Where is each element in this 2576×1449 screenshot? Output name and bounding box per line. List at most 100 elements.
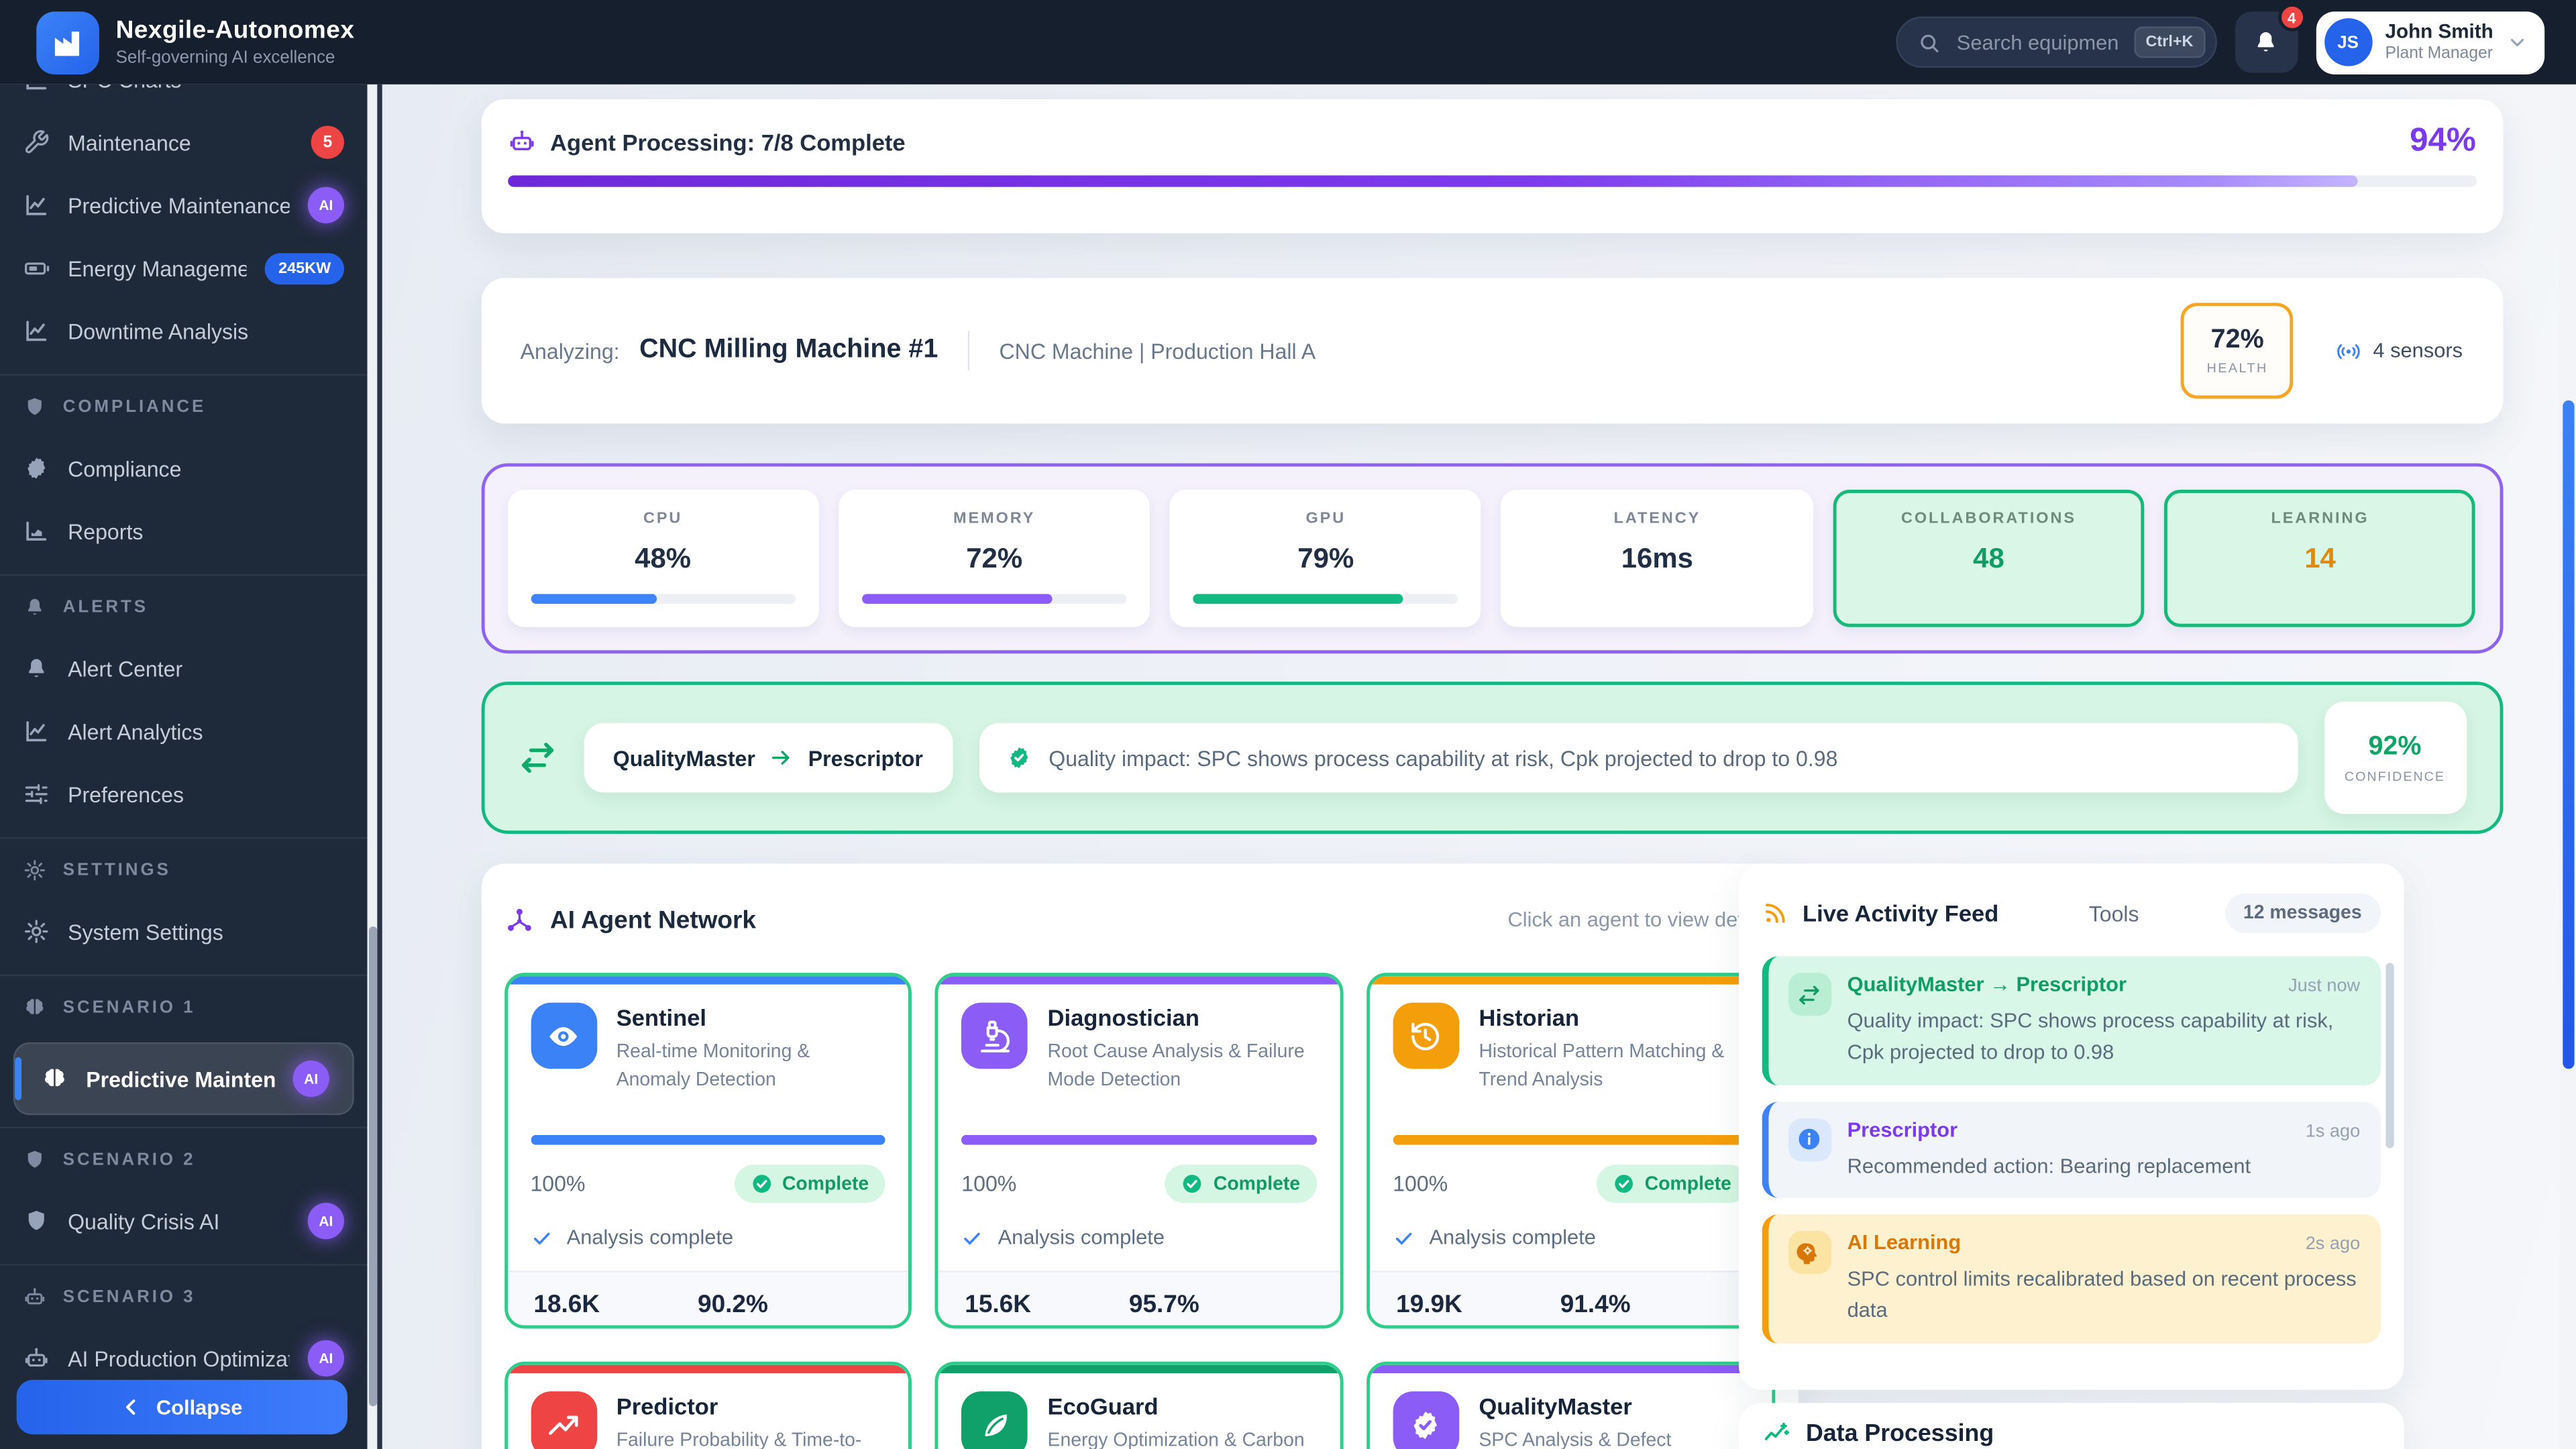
metric-label: MEMORY (862, 510, 1127, 528)
agent-name: Historian (1479, 1004, 1748, 1030)
search-box[interactable]: Ctrl+K (1896, 17, 2216, 68)
window-scrollbar-thumb[interactable] (2563, 400, 2574, 1069)
section-label: SCENARIO 3 (63, 1287, 196, 1307)
health-value: 72% (2211, 326, 2264, 356)
agent-accent-bar (938, 1365, 1340, 1373)
notification-count-badge: 4 (2277, 3, 2306, 32)
search-input[interactable] (1953, 29, 2121, 55)
metric-collaborations: COLLABORATIONS 48 (1833, 490, 2144, 627)
feed-item-time: 1s ago (2292, 1121, 2360, 1141)
sidebar-section-scenario-1: SCENARIO 1 (0, 975, 368, 1038)
feed-item-body: SPC control limits recalibrated based on… (1847, 1265, 2361, 1326)
sidebar-item-spc-charts[interactable]: SPC Charts (0, 85, 368, 111)
sidebar-item-label: Energy Management (68, 256, 247, 280)
processing-progress-bar (507, 175, 2476, 186)
feed-item[interactable]: QualityMaster → Prescriptor Just now Qua… (1761, 957, 2379, 1085)
shield-icon (23, 1208, 50, 1234)
sidebar-item-alert-center[interactable]: Alert Center (0, 637, 368, 700)
agent-name: QualityMaster (1479, 1393, 1748, 1419)
sidebar-item-label: SPC Charts (68, 85, 344, 92)
sidebar-item-label: Predictive Maintenance (86, 1067, 274, 1091)
collaboration-banner: QualityMaster Prescriptor Quality impact… (480, 682, 2502, 834)
machine-meta: CNC Machine | Production Hall A (1000, 338, 1316, 363)
feed-scrollbar-thumb[interactable] (2385, 963, 2393, 1148)
sidebar-section-compliance: COMPLIANCE (0, 374, 368, 437)
metric-latency: LATENCY 16ms (1501, 490, 1813, 627)
sidebar-item-label: Alert Analytics (68, 719, 344, 744)
arrow-right-icon (770, 746, 794, 769)
feed-item[interactable]: AI Learning 2s ago SPC control limits re… (1761, 1215, 2379, 1343)
sidebar-item-compliance[interactable]: Compliance (0, 437, 368, 500)
metric-value: 14 (2191, 543, 2450, 576)
seal-icon (23, 455, 50, 481)
tools-label[interactable]: Tools (2089, 901, 2139, 926)
confidence-stat: 95.7%CONFIDENCE (1129, 1291, 1244, 1329)
sidebar-scrollbar-thumb[interactable] (368, 926, 376, 1406)
chevron-left-icon (121, 1397, 143, 1418)
agent-progress-label: 100% (1393, 1171, 1448, 1196)
agent-accent-bar (1370, 1365, 1772, 1373)
metric-bar (530, 594, 795, 604)
metric-label: LATENCY (1525, 510, 1790, 528)
agent-name: EcoGuard (1048, 1393, 1317, 1419)
user-name: John Smith (2385, 21, 2493, 44)
agent-name: Sentinel (616, 1004, 885, 1030)
sidebar-item-label: AI Production Optimization (68, 1346, 289, 1371)
section-label: SCENARIO 2 (63, 1149, 196, 1169)
agent-handoff-pill: QualityMaster Prescriptor (583, 723, 953, 793)
data-points-stat: 19.9KDATA POINTS (1396, 1291, 1511, 1329)
sidebar-item-system-settings[interactable]: System Settings (0, 900, 368, 963)
agent-card-qualitymaster[interactable]: QualityMaster SPC Analysis & Defect Pred… (1366, 1362, 1774, 1449)
agent-card-sentinel[interactable]: Sentinel Real-time Monitoring & Anomaly … (504, 973, 912, 1328)
app-title: Nexgile-Autonomex (116, 17, 355, 45)
sidebar-item-downtime-analysis[interactable]: Downtime Analysis (0, 299, 368, 362)
notifications-button[interactable]: 4 (2235, 11, 2298, 72)
agent-card-predictor[interactable]: Predictor Failure Probability & Time-to-… (504, 1362, 912, 1449)
ai-badge: AI (308, 187, 344, 223)
sidebar-item-energy-management[interactable]: Energy Management 245KW (0, 237, 368, 300)
agent-description: Root Cause Analysis & Failure Mode Detec… (1048, 1039, 1317, 1094)
section-label: SCENARIO 1 (63, 997, 196, 1017)
agent-note: Analysis complete (530, 1226, 885, 1250)
robot-icon (507, 127, 535, 156)
agent-card-historian[interactable]: Historian Historical Pattern Matching & … (1366, 973, 1774, 1328)
message-count-badge: 12 messages (2225, 894, 2380, 933)
agent-accent-bar (1370, 976, 1772, 984)
sidebar-item-preferences[interactable]: Preferences (0, 763, 368, 826)
sidebar-item-predictive-maintenance[interactable]: Predictive Maintenance AI (0, 174, 368, 237)
feed-item-title: QualityMaster → Prescriptor (1847, 973, 2127, 996)
collapse-button[interactable]: Collapse (17, 1380, 347, 1434)
sidebar-item-predictive-maintenance-scenario[interactable]: Predictive Maintenance AI (13, 1042, 354, 1116)
sidebar-item-maintenance[interactable]: Maintenance 5 (0, 111, 368, 174)
confidence-value: 92% (2368, 732, 2421, 761)
sidebar-item-alert-analytics[interactable]: Alert Analytics (0, 700, 368, 763)
main-content: Agent Processing: 7/8 Complete 94% Analy… (381, 85, 2576, 1449)
sidebar-section-scenario-3: SCENARIO 3 (0, 1264, 368, 1327)
robot-icon (23, 1345, 50, 1371)
metric-label: COLLABORATIONS (1860, 510, 2118, 528)
feed-item-body: Quality impact: SPC shows process capabi… (1847, 1006, 2361, 1068)
chevron-down-icon (2506, 32, 2528, 53)
user-menu[interactable]: JS John Smith Plant Manager (2316, 11, 2544, 74)
bell-icon (23, 595, 47, 619)
processing-title: Agent Processing: 7/8 Complete (550, 128, 906, 154)
to-agent: Prescriptor (808, 745, 923, 770)
metrics-strip: CPU 48% MEMORY 72% GPU 79% LATENCY 16ms … (480, 464, 2502, 654)
sidebar-item-label: Quality Crisis AI (68, 1209, 289, 1234)
sidebar-item-quality-crisis-ai[interactable]: Quality Crisis AI AI (0, 1189, 368, 1252)
confidence-stat: 91.4%CONFIDENCE (1560, 1291, 1675, 1329)
count-badge: 5 (311, 125, 344, 158)
agent-card-diagnostician[interactable]: Diagnostician Root Cause Analysis & Fail… (935, 973, 1343, 1328)
sidebar-item-reports[interactable]: Reports (0, 500, 368, 563)
avatar: JS (2324, 18, 2372, 66)
ai-badge: AI (293, 1061, 329, 1097)
feed-item[interactable]: Prescriptor 1s ago Recommended action: B… (1761, 1101, 2379, 1198)
check-circle-icon (1182, 1173, 1203, 1195)
live-activity-feed-card: Live Activity Feed Tools 12 messages Qua… (1738, 863, 2403, 1389)
agent-description: Energy Optimization & Carbon Footprint A… (1048, 1428, 1317, 1449)
feed-item-title: AI Learning (1847, 1232, 1962, 1255)
brand: Nexgile-Autonomex Self-governing AI exce… (36, 11, 354, 74)
gear-icon (23, 918, 50, 945)
agent-card-ecoguard[interactable]: EcoGuard Energy Optimization & Carbon Fo… (935, 1362, 1343, 1449)
sidebar-item-label: Predictive Maintenance (68, 193, 289, 217)
